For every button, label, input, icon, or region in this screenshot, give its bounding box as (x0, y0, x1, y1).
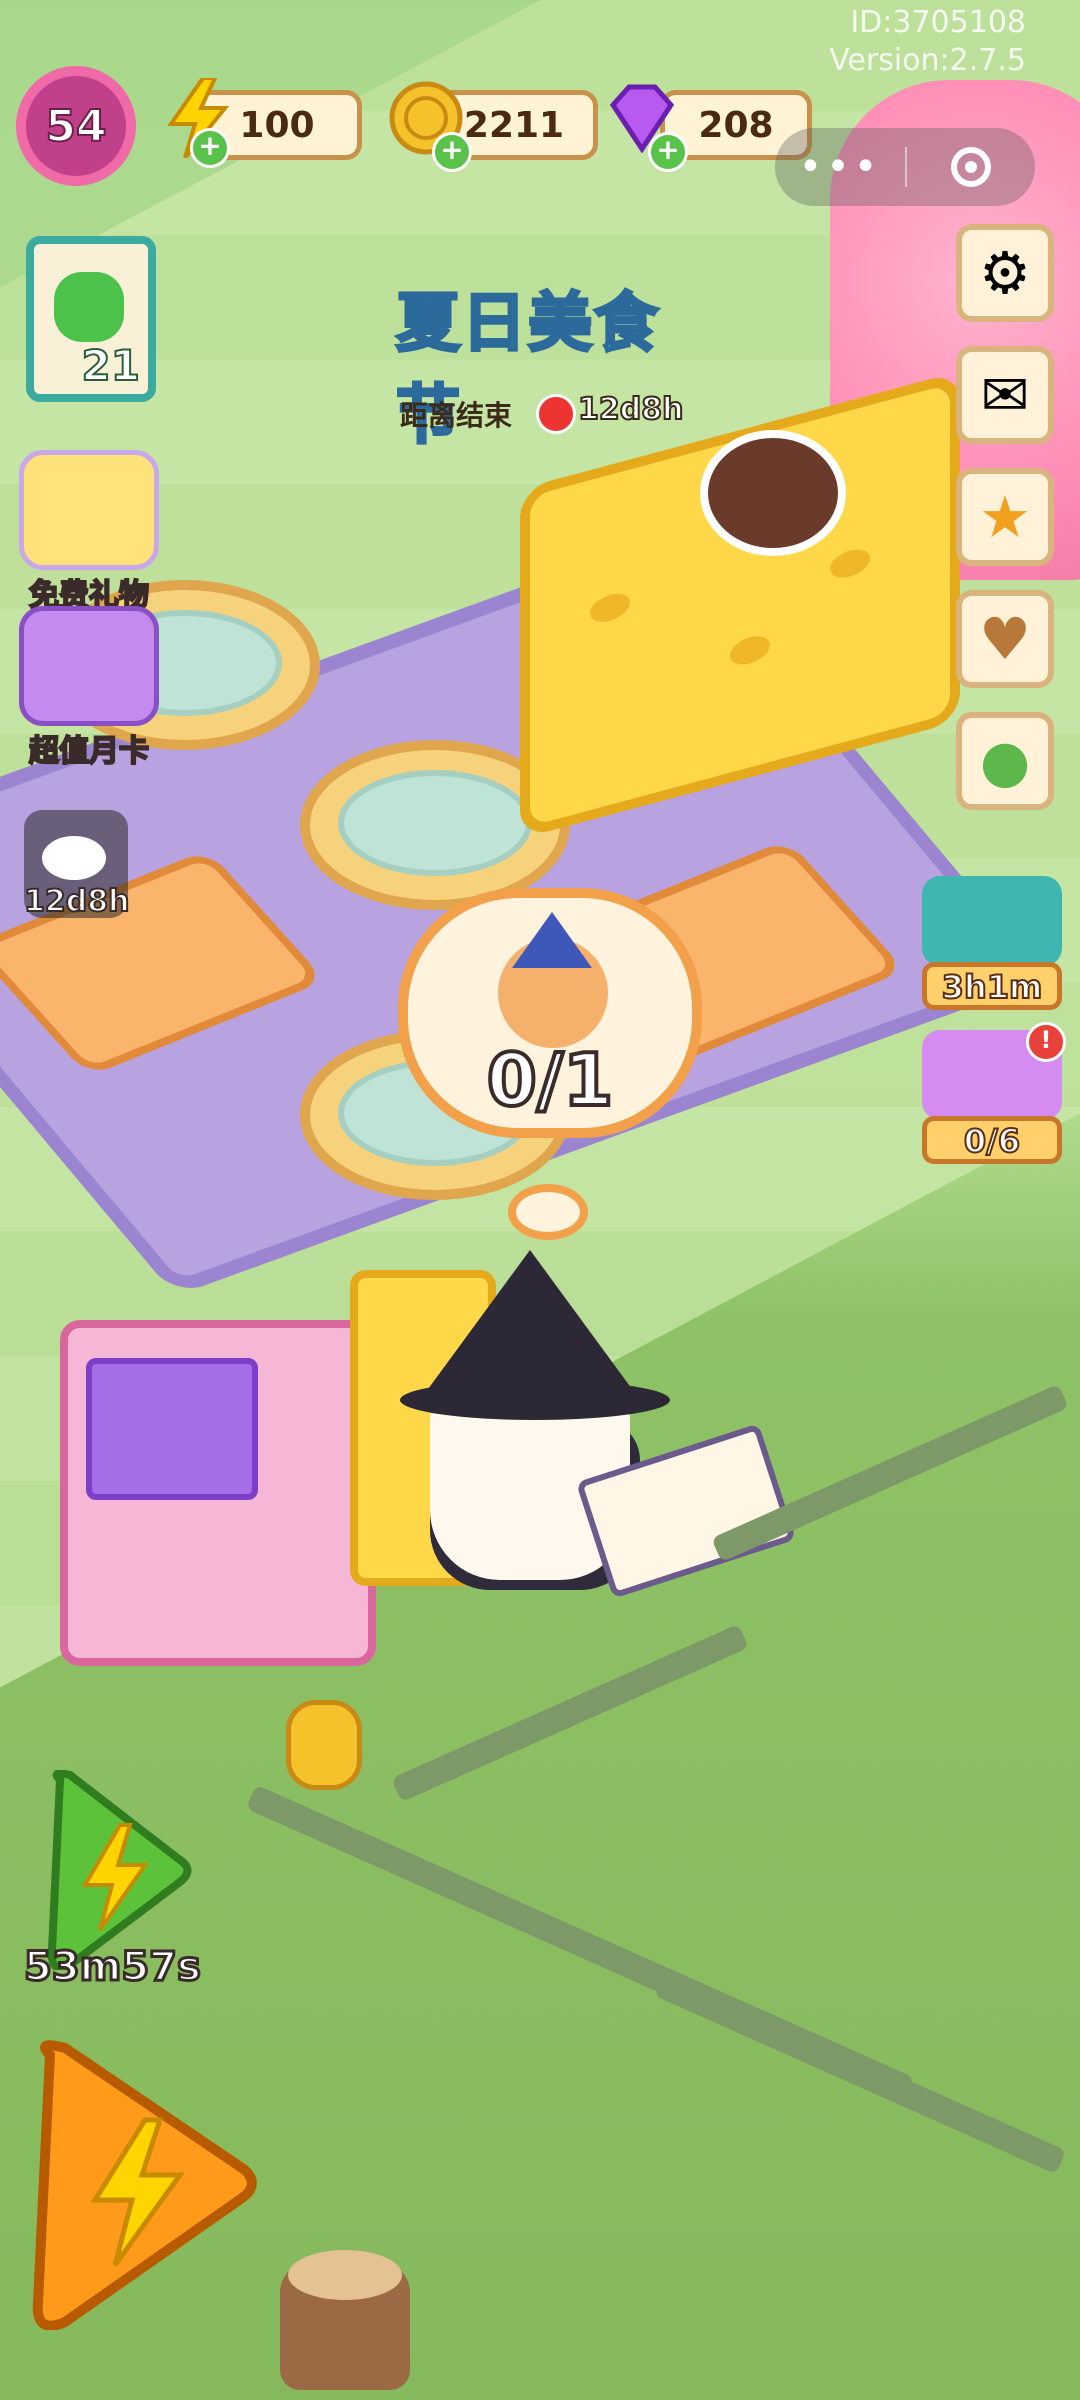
settings-button[interactable]: ⚙ (956, 224, 1054, 322)
free-gift-button[interactable]: 免费礼物 (14, 450, 164, 614)
clover-icon (54, 272, 124, 342)
add-coins-button[interactable]: + (432, 132, 472, 172)
close-miniprogram-button[interactable] (907, 147, 1035, 187)
thought-bubble-tail (508, 1184, 588, 1240)
clock-icon (536, 394, 576, 434)
guide-book-button[interactable]: ● (956, 712, 1054, 810)
target-icon (951, 147, 991, 187)
achievement-button[interactable]: ★ (956, 468, 1054, 566)
juice-machine[interactable] (60, 1320, 376, 1666)
gem-value: 208 (698, 104, 774, 146)
player-level-badge[interactable]: 54 (16, 66, 136, 186)
alert-badge: ! (1026, 1022, 1066, 1062)
monthly-card-label: 超值月卡 (28, 733, 150, 770)
coin-stack[interactable] (286, 1700, 362, 1790)
event-end-label: 距离结束 (400, 399, 513, 432)
add-gems-button[interactable]: + (648, 132, 688, 172)
quest-clipboard[interactable]: 21 (26, 236, 156, 402)
summer-food-festival-banner[interactable]: 夏日美食节 距离结束 12d8h (362, 236, 722, 455)
add-energy-button[interactable]: + (190, 128, 230, 168)
heart-book-icon: ♥ (979, 605, 1031, 673)
album-button[interactable]: ♥ (956, 590, 1054, 688)
green-book-icon: ● (979, 727, 1031, 795)
gear-icon: ⚙ (979, 239, 1031, 307)
wizard-hat (420, 1250, 640, 1400)
card-icon (19, 606, 159, 726)
mail-button[interactable]: ✉ (956, 346, 1054, 444)
order-progress: 0/1 (485, 1036, 616, 1124)
customer-order-bubble[interactable]: 0/1 (398, 888, 702, 1138)
green-energy-button[interactable] (30, 1769, 200, 1972)
orange-energy-button[interactable] (20, 2040, 260, 2331)
quest-count: 21 (81, 340, 141, 391)
player-id: ID:3705108 (850, 5, 1026, 40)
star-medal-icon: ★ (979, 483, 1031, 551)
sale-fish-icon (922, 876, 1062, 966)
chat-timer: 12d8h (23, 883, 130, 920)
energy-value: 100 (239, 104, 315, 146)
sale-offer-button[interactable]: 3h1m (922, 876, 1062, 1010)
fence (653, 1971, 1067, 2175)
jar-progress: 0/6 (922, 1116, 1062, 1164)
monthly-card-button[interactable]: 超值月卡 (14, 606, 164, 770)
energy-refill-timer: 53m57s (23, 1943, 203, 1992)
mail-icon: ✉ (980, 361, 1030, 429)
event-time-left: 12d8h (577, 391, 684, 428)
fence (391, 1623, 749, 1803)
coin-value: 2211 (463, 104, 565, 146)
chat-bubble-icon (42, 836, 106, 880)
more-menu-button[interactable]: ••• (775, 137, 905, 197)
wizard-hat-icon (512, 912, 592, 968)
miniprogram-capsule: ••• (775, 128, 1035, 206)
player-id-version: ID:3705108 Version:2.7.5 (829, 4, 1026, 80)
player-level: 54 (44, 100, 107, 153)
gift-icon (19, 450, 159, 570)
game-version: Version:2.7.5 (829, 43, 1026, 78)
tree-stump[interactable] (280, 2250, 410, 2390)
sale-timer: 3h1m (922, 962, 1062, 1010)
